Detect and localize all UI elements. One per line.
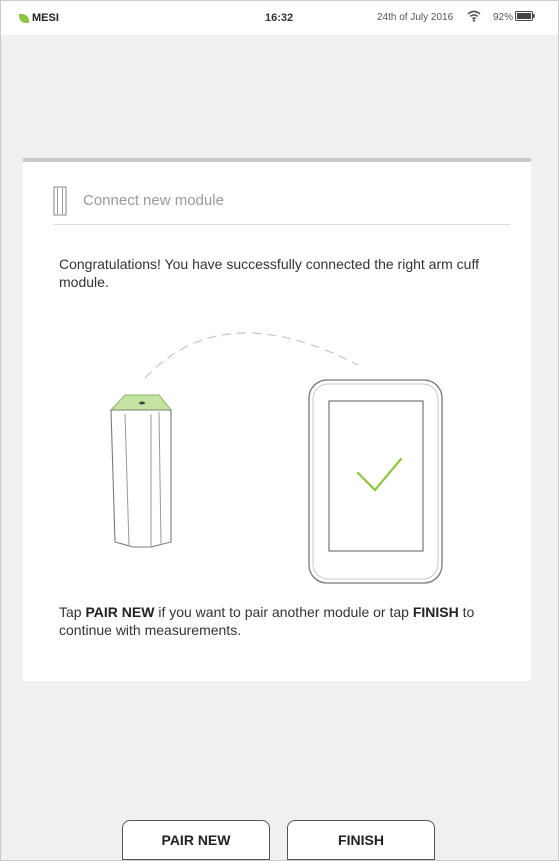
- finish-keyword: FINISH: [412, 604, 459, 620]
- cuff-module-icon: [109, 394, 173, 548]
- battery-icon: [515, 11, 535, 21]
- card-title: Connect new module: [83, 192, 224, 209]
- wifi-icon: [467, 10, 481, 22]
- card-header: Connect new module: [23, 162, 531, 224]
- status-bar: MESI 16:32 24th of July 2016 92%: [1, 1, 558, 35]
- carrier: MESI: [19, 12, 59, 24]
- finish-button[interactable]: FINISH: [287, 820, 435, 860]
- header-divider: [53, 224, 510, 225]
- success-message: Congratulations! You have successfully c…: [59, 256, 479, 290]
- leaf-logo-icon: [19, 13, 29, 23]
- status-date: 24th of July 2016: [377, 12, 454, 23]
- status-time: 16:32: [265, 12, 294, 24]
- connect-module-card: Connect new module Congratulations! You …: [23, 158, 531, 681]
- pair-new-keyword: PAIR NEW: [85, 604, 155, 620]
- tablet-icon: [308, 379, 443, 584]
- pair-new-button[interactable]: PAIR NEW: [122, 820, 270, 860]
- battery-percent: 92%: [493, 12, 514, 23]
- instruction-text: Tap PAIR NEW if you want to pair another…: [59, 604, 475, 638]
- carrier-name: MESI: [32, 12, 59, 24]
- pairing-illustration: [109, 332, 443, 584]
- app-frame: MESI 16:32 24th of July 2016 92% Connect…: [0, 0, 559, 861]
- module-icon: [53, 186, 67, 216]
- connection-arc: [144, 332, 359, 379]
